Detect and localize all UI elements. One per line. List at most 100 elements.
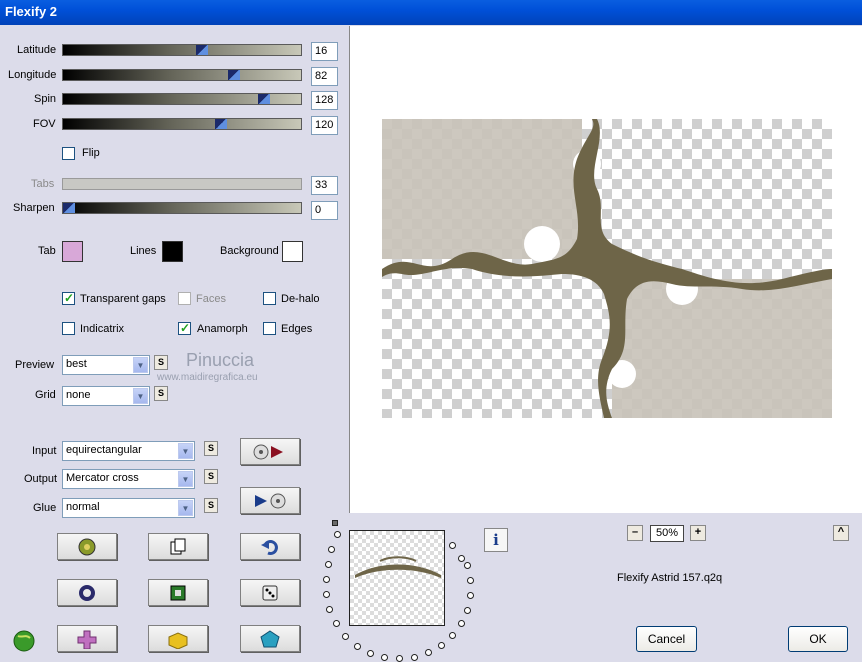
faces-label: Faces — [196, 293, 226, 305]
dial-dot[interactable] — [464, 607, 471, 614]
frame-icon — [170, 585, 186, 600]
grid-save-button[interactable]: S — [154, 386, 168, 401]
sharpen-slider[interactable] — [62, 202, 302, 214]
zoom-in-button[interactable]: + — [690, 525, 706, 541]
dice-button[interactable] — [240, 579, 300, 606]
latitude-slider-thumb[interactable] — [196, 45, 208, 55]
grid-select[interactable]: none ▼ — [62, 386, 150, 406]
cancel-button[interactable]: Cancel — [636, 626, 697, 652]
dial-dot[interactable] — [411, 654, 418, 661]
chevron-down-icon[interactable]: ▼ — [133, 357, 148, 373]
dial-dot[interactable] — [333, 620, 340, 627]
dial-dot[interactable] — [467, 577, 474, 584]
spin-slider[interactable] — [62, 93, 302, 105]
dial-dot[interactable] — [425, 649, 432, 656]
spin-value[interactable]: 128 — [311, 91, 338, 110]
longitude-slider[interactable] — [62, 69, 302, 81]
ok-button[interactable]: OK — [788, 626, 848, 652]
undo-icon — [261, 539, 278, 555]
play-disc-icon — [255, 493, 286, 508]
cube-icon — [168, 631, 188, 649]
pentagon-button[interactable] — [240, 625, 300, 652]
navigator-thumbnail[interactable] — [349, 530, 445, 626]
de-halo-checkbox[interactable] — [263, 292, 276, 305]
copy-button[interactable] — [148, 533, 208, 560]
info-icon[interactable]: i — [484, 528, 508, 552]
glue-save-button[interactable]: S — [204, 498, 218, 513]
dial-dot[interactable] — [438, 642, 445, 649]
sharpen-slider-thumb[interactable] — [63, 203, 75, 213]
dial-dot[interactable] — [464, 562, 471, 569]
lines-color-swatch[interactable] — [162, 241, 183, 262]
chevron-down-icon[interactable]: ▼ — [178, 471, 193, 487]
latitude-slider[interactable] — [62, 44, 302, 56]
dial-dot[interactable] — [458, 555, 465, 562]
dial-dot[interactable] — [334, 531, 341, 538]
dial-dot[interactable] — [326, 606, 333, 613]
globe-logo-icon — [12, 628, 38, 655]
dial-dot[interactable] — [325, 561, 332, 568]
dial-dot[interactable] — [367, 650, 374, 657]
edges-label: Edges — [281, 323, 313, 335]
dial-dot[interactable] — [467, 592, 474, 599]
longitude-slider-thumb[interactable] — [228, 70, 240, 80]
preview-save-button[interactable]: S — [154, 355, 168, 370]
fov-slider[interactable] — [62, 118, 302, 130]
pentagon-icon — [260, 629, 280, 647]
fov-value[interactable]: 120 — [311, 116, 338, 135]
dial-dot[interactable] — [323, 591, 330, 598]
flip-label: Flip — [82, 147, 100, 159]
input-select[interactable]: equirectangular ▼ — [62, 441, 195, 461]
indicatrix-checkbox[interactable] — [62, 322, 75, 335]
dial-dot[interactable] — [449, 632, 456, 639]
output-select[interactable]: Mercator cross ▼ — [62, 469, 195, 489]
background-color-swatch[interactable] — [282, 241, 303, 262]
dial-dot[interactable] — [328, 546, 335, 553]
glue-select[interactable]: normal ▼ — [62, 498, 195, 518]
undo-button[interactable] — [240, 533, 300, 560]
tab-color-swatch[interactable] — [62, 241, 83, 262]
background-color-label: Background — [220, 245, 279, 257]
grid-select-label: Grid — [35, 389, 56, 401]
ring-button[interactable] — [57, 579, 117, 606]
preview-image[interactable] — [382, 119, 832, 418]
cross-button[interactable] — [57, 625, 117, 652]
dial-dot[interactable] — [342, 633, 349, 640]
collapse-button[interactable]: ^ — [833, 525, 849, 541]
chevron-down-icon[interactable]: ▼ — [178, 443, 193, 459]
spin-slider-thumb[interactable] — [258, 94, 270, 104]
preview-select[interactable]: best ▼ — [62, 355, 150, 375]
load-preset-button[interactable] — [240, 438, 300, 465]
zoom-out-button[interactable]: – — [627, 525, 643, 541]
navigator-corner-handle[interactable] — [332, 520, 338, 526]
latitude-value[interactable]: 16 — [311, 42, 338, 61]
flexified-shape — [382, 119, 832, 418]
anamorph-checkbox[interactable]: ✓ — [178, 321, 191, 335]
save-preset-button[interactable] — [240, 487, 300, 514]
disc-play-icon — [253, 444, 283, 459]
dial-dot[interactable] — [381, 654, 388, 661]
dial-dot[interactable] — [458, 620, 465, 627]
dial-dot[interactable] — [396, 655, 403, 662]
dial-dot[interactable] — [354, 643, 361, 650]
output-save-button[interactable]: S — [204, 469, 218, 484]
longitude-value[interactable]: 82 — [311, 67, 338, 86]
transparent-gaps-checkbox[interactable]: ✓ — [62, 291, 75, 305]
tabs-value[interactable]: 33 — [311, 176, 338, 195]
preview-select-value: best — [66, 358, 87, 370]
dice-icon — [262, 585, 278, 600]
edges-checkbox[interactable] — [263, 322, 276, 335]
cube-button[interactable] — [148, 625, 208, 652]
chevron-down-icon[interactable]: ▼ — [178, 500, 193, 516]
sphere-icon — [78, 538, 96, 555]
input-save-button[interactable]: S — [204, 441, 218, 456]
latitude-label: Latitude — [17, 44, 57, 56]
fov-slider-thumb[interactable] — [215, 119, 227, 129]
dial-dot[interactable] — [323, 576, 330, 583]
flip-checkbox[interactable] — [62, 147, 75, 160]
chevron-down-icon[interactable]: ▼ — [133, 388, 148, 404]
randomize-button[interactable] — [57, 533, 117, 560]
frame-button[interactable] — [148, 579, 208, 606]
sharpen-value[interactable]: 0 — [311, 201, 338, 220]
dial-dot[interactable] — [449, 542, 456, 549]
